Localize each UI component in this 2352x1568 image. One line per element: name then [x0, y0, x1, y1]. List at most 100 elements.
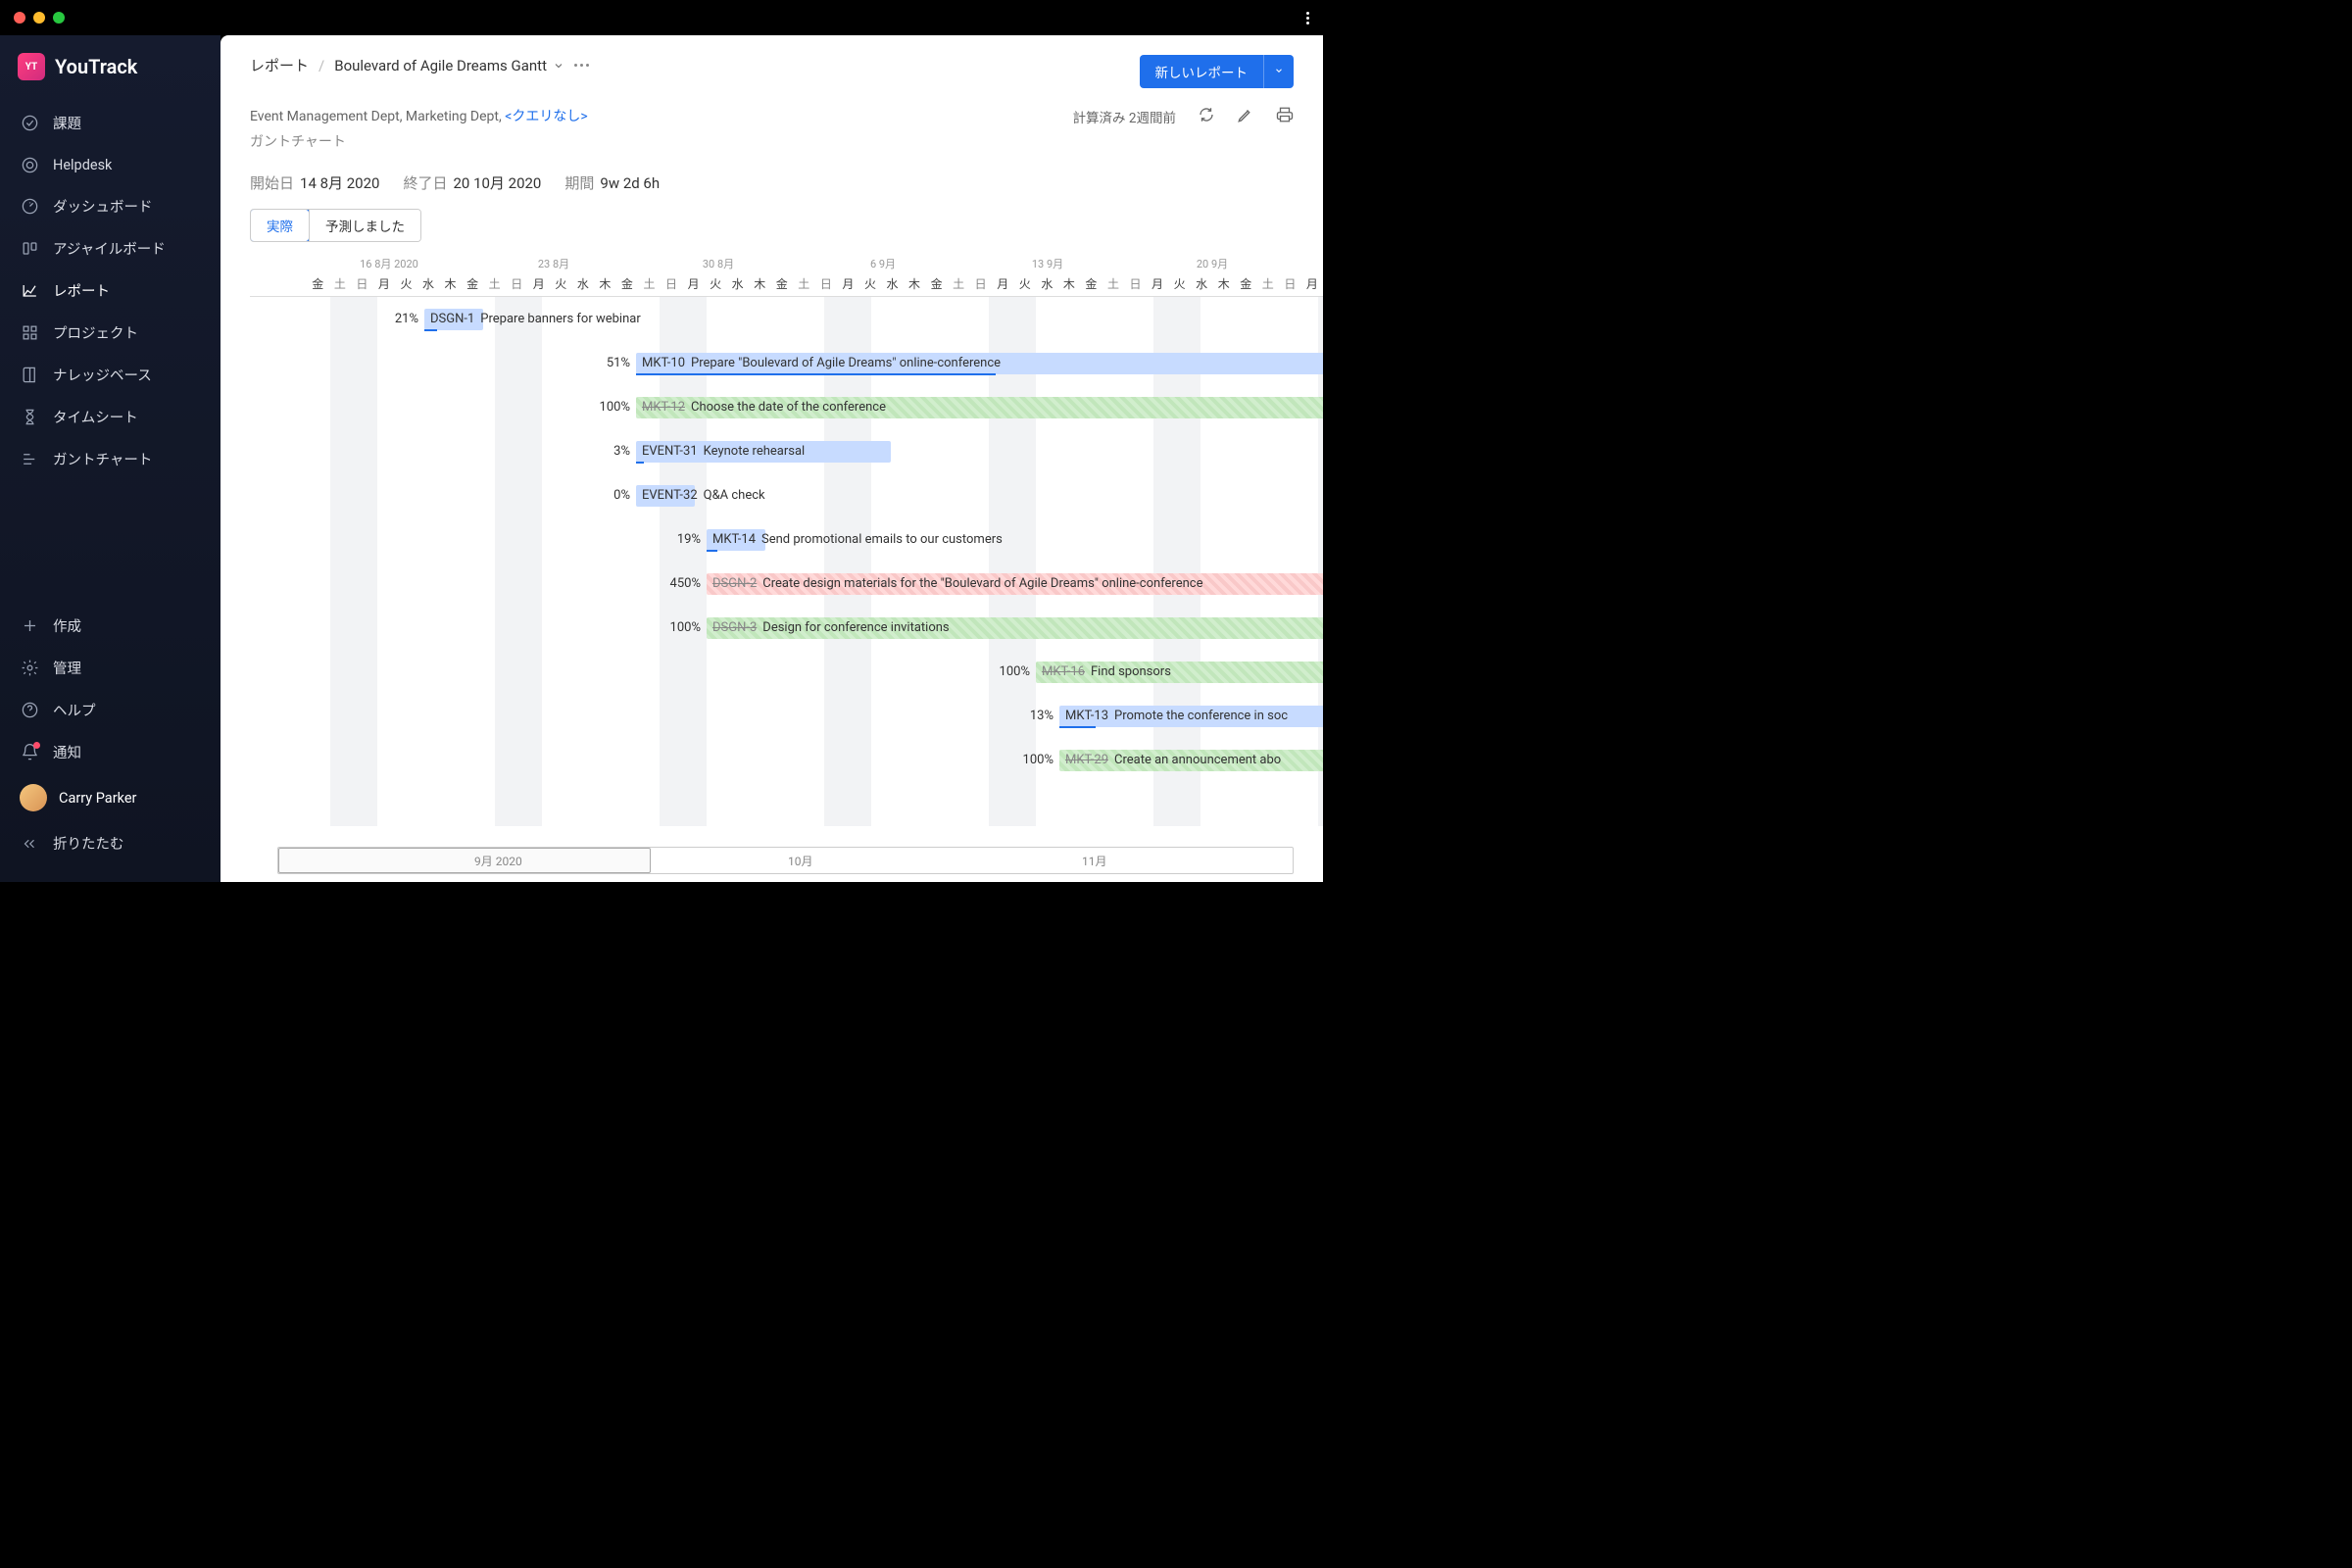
sidebar-item-hour[interactable]: タイムシート — [0, 396, 220, 438]
sidebar-item-label: 管理 — [53, 658, 81, 678]
task-row[interactable]: 450%DSGN-2Create design materials for th… — [250, 562, 1323, 606]
task-bar[interactable]: MKT-16Find sponsors — [1036, 662, 1323, 683]
gantt-icon — [20, 450, 39, 469]
task-id: MKT-13 — [1065, 709, 1108, 723]
maximize-window[interactable] — [53, 12, 65, 24]
hour-icon — [20, 408, 39, 427]
gantt-body[interactable]: 21%DSGN-1Prepare banners for webinar51%M… — [250, 297, 1323, 826]
day-label: 水 — [1036, 275, 1058, 292]
task-bar[interactable]: DSGN-2Create design materials for the "B… — [707, 573, 1323, 595]
page-header: レポート / Boulevard of Agile Dreams Gantt 新… — [220, 35, 1323, 88]
print-icon[interactable] — [1276, 106, 1294, 127]
task-row[interactable]: 0% EVENT-32Q&A check — [250, 473, 1323, 517]
task-row[interactable]: 21%DSGN-1Prepare banners for webinar — [250, 297, 1323, 341]
sidebar-item-chart[interactable]: レポート — [0, 270, 220, 312]
day-label: 金 — [770, 275, 793, 292]
week-label: 6 9月 — [801, 256, 965, 271]
tab-forecast[interactable]: 予測しました — [309, 210, 420, 241]
refresh-icon[interactable] — [1198, 106, 1215, 127]
task-percent: 100% — [1006, 753, 1054, 767]
more-actions-icon[interactable] — [574, 64, 589, 67]
new-report-dropdown[interactable] — [1263, 55, 1294, 88]
tab-actual[interactable]: 実際 — [250, 209, 310, 242]
sidebar-item-label: 課題 — [53, 113, 81, 133]
task-bar[interactable]: MKT-10Prepare "Boulevard of Agile Dreams… — [636, 353, 1323, 374]
breadcrumb-root[interactable]: レポート — [250, 55, 309, 75]
task-bar[interactable]: EVENT-31Keynote rehearsal — [636, 441, 891, 463]
task-percent: 3% — [583, 444, 630, 459]
day-label: 月 — [837, 275, 859, 292]
sidebar-item-label: タイムシート — [53, 407, 138, 427]
minimize-window[interactable] — [33, 12, 45, 24]
progress-indicator — [636, 373, 996, 375]
sidebar-item-help[interactable]: ヘルプ — [0, 689, 220, 731]
app-logo[interactable]: YT YouTrack — [0, 53, 220, 102]
chart-type-label: ガントチャート — [250, 131, 588, 151]
task-id: DSGN-2 — [712, 576, 757, 591]
help-icon — [20, 701, 39, 720]
task-percent: 0% — [583, 488, 630, 503]
day-label: 金 — [1235, 275, 1257, 292]
sidebar-item-gantt[interactable]: ガントチャート — [0, 438, 220, 480]
report-title-dropdown[interactable]: Boulevard of Agile Dreams Gantt — [334, 57, 564, 74]
sidebar-item-board[interactable]: アジャイルボード — [0, 227, 220, 270]
task-row[interactable]: 51%MKT-10Prepare "Boulevard of Agile Dre… — [250, 341, 1323, 385]
day-label: 土 — [483, 275, 506, 292]
task-bar[interactable]: EVENT-32Q&A check — [636, 485, 695, 507]
task-row[interactable]: 100%MKT-12Choose the date of the confere… — [250, 385, 1323, 429]
window-controls — [14, 12, 65, 24]
task-title: Prepare "Boulevard of Agile Dreams" onli… — [691, 356, 1001, 370]
day-label: 月 — [1301, 275, 1323, 292]
sidebar-item-book[interactable]: ナレッジベース — [0, 354, 220, 396]
task-bar[interactable]: MKT-12Choose the date of the conference — [636, 397, 1323, 418]
query-link[interactable]: <クエリなし> — [505, 109, 587, 124]
sidebar-item-gauge[interactable]: ダッシュボード — [0, 185, 220, 227]
day-label: 日 — [1124, 275, 1147, 292]
board-icon — [20, 239, 39, 259]
task-row[interactable]: 13%MKT-13Promote the conference in soc — [250, 694, 1323, 738]
task-bar[interactable]: MKT-13 Promote the conference in soc — [1059, 706, 1323, 727]
task-row[interactable]: 3% EVENT-31Keynote rehearsal — [250, 429, 1323, 473]
report-title: Boulevard of Agile Dreams Gantt — [334, 57, 547, 74]
task-title: Send promotional emails to our customers — [761, 532, 1003, 547]
task-row[interactable]: 100% MKT-29Create an announcement abo — [250, 738, 1323, 782]
breadcrumb-sep: / — [318, 57, 324, 74]
sidebar-item-life[interactable]: Helpdesk — [0, 144, 220, 185]
task-id: MKT-12 — [642, 400, 685, 415]
task-bar[interactable]: DSGN-1Prepare banners for webinar — [424, 309, 483, 330]
task-percent: 100% — [983, 664, 1030, 679]
task-row[interactable]: 19%MKT-14Send promotional emails to our … — [250, 517, 1323, 562]
day-label: 金 — [307, 275, 329, 292]
sidebar-item-check[interactable]: 課題 — [0, 102, 220, 144]
computed-time: 計算済み 2週間前 — [1073, 107, 1176, 126]
day-label: 金 — [462, 275, 484, 292]
duration-label: 期間 — [564, 174, 594, 192]
new-report-button[interactable]: 新しいレポート — [1140, 55, 1264, 88]
sidebar-item-plus[interactable]: 作成 — [0, 605, 220, 647]
week-label: 16 8月 2020 — [307, 256, 471, 271]
sidebar-item-bell[interactable]: 通知 — [0, 731, 220, 773]
task-title: Promote the conference in soc — [1114, 709, 1288, 723]
overview-thumb[interactable] — [278, 848, 651, 873]
sidebar-item-label: 通知 — [53, 742, 81, 762]
task-row[interactable]: 100% MKT-16Find sponsors — [250, 650, 1323, 694]
sidebar-item-label: プロジェクト — [53, 322, 138, 343]
edit-icon[interactable] — [1237, 106, 1254, 127]
start-date: 14 8月 2020 — [300, 174, 379, 192]
sidebar-item-gear[interactable]: 管理 — [0, 647, 220, 689]
close-window[interactable] — [14, 12, 25, 24]
task-bar[interactable]: MKT-14Send promotional emails to our cus… — [707, 529, 765, 551]
task-bar[interactable]: MKT-29Create an announcement abo — [1059, 750, 1323, 771]
task-title: Q&A check — [704, 488, 765, 503]
collapse-sidebar[interactable]: 折りたたむ — [0, 822, 220, 864]
timeline-overview[interactable]: 9月 2020 10月 11月 — [277, 847, 1294, 874]
kebab-menu-icon[interactable] — [1306, 12, 1309, 24]
day-label: 火 — [550, 275, 572, 292]
day-label: 水 — [572, 275, 595, 292]
user-profile[interactable]: Carry Parker — [0, 773, 220, 822]
task-row[interactable]: 100%DSGN-3Design for conference invitati… — [250, 606, 1323, 650]
main-nav: 課題 Helpdeskダッシュボードアジャイルボードレポートプロジェクトナレッジベ… — [0, 102, 220, 605]
task-bar[interactable]: DSGN-3Design for conference invitations — [707, 617, 1323, 639]
sidebar-item-grid[interactable]: プロジェクト — [0, 312, 220, 354]
day-label: 土 — [1257, 275, 1280, 292]
